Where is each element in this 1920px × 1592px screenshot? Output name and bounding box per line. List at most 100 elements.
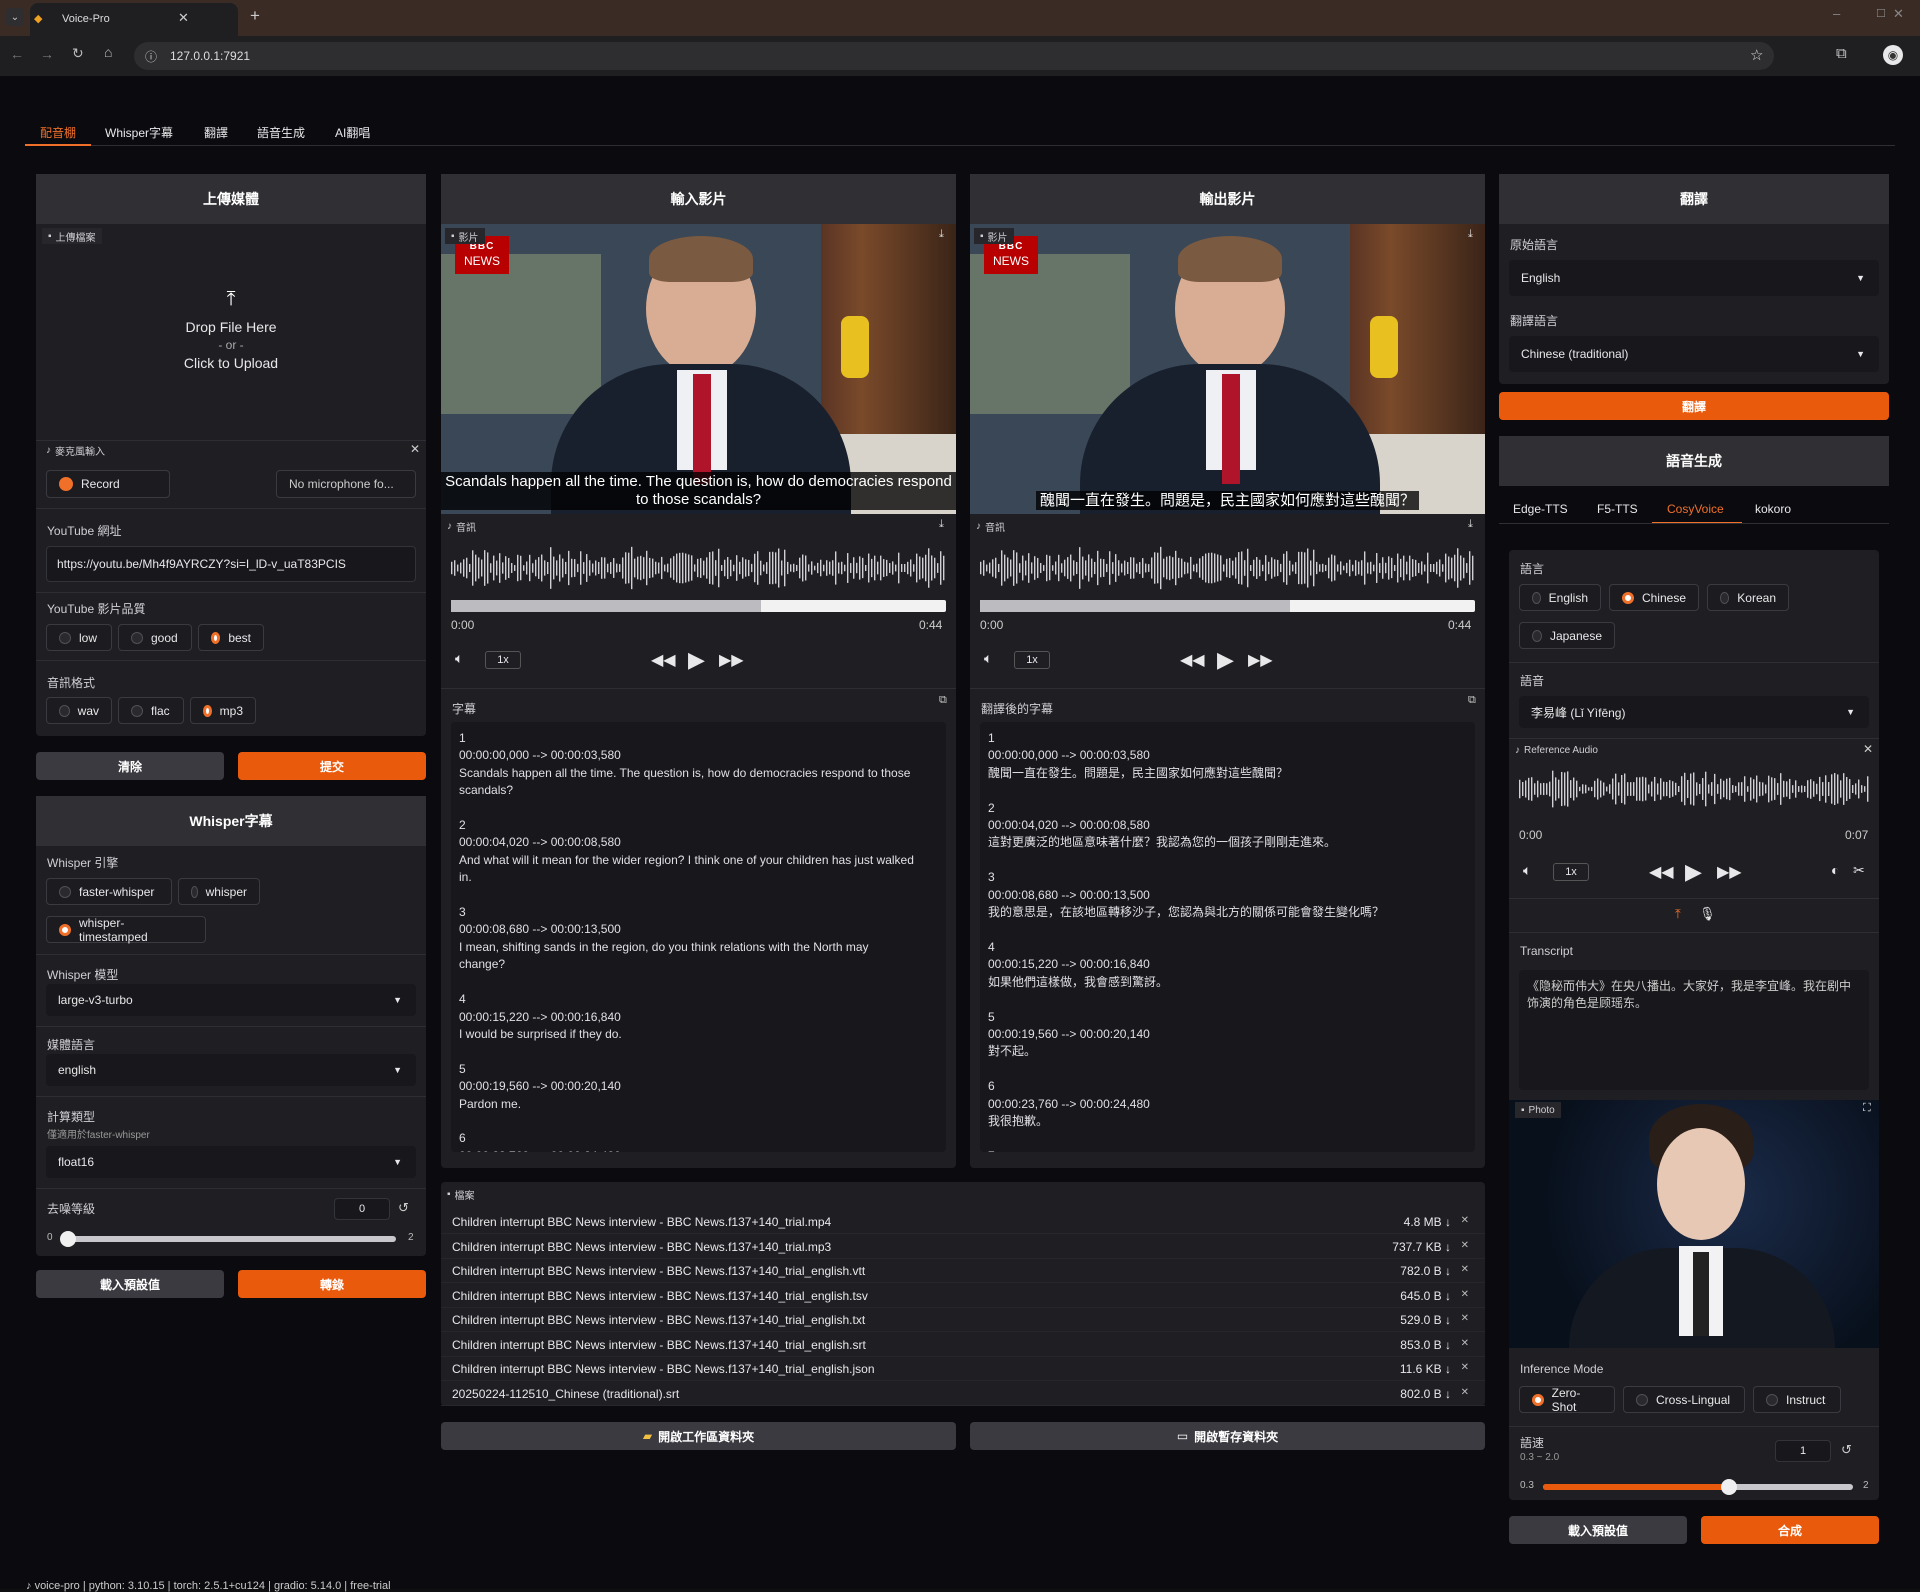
submit-button[interactable]: 提交: [238, 752, 426, 780]
ref-volume-icon[interactable]: 🔈︎: [1523, 862, 1531, 879]
file-name[interactable]: Children interrupt BBC News interview - …: [452, 1264, 865, 1278]
file-row[interactable]: Children interrupt BBC News interview - …: [441, 1210, 1485, 1234]
file-name[interactable]: Children interrupt BBC News interview - …: [452, 1362, 875, 1376]
forward-icon[interactable]: →: [40, 46, 54, 62]
tab-whisper-subtitles[interactable]: Whisper字幕: [105, 124, 173, 141]
voice-dropdown[interactable]: 李易峰 (Lǐ Yìfēng) ▼: [1519, 696, 1869, 728]
input-audio-download-icon[interactable]: ⤓: [939, 518, 944, 531]
speech-rate-reset-icon[interactable]: ↺: [1841, 1442, 1852, 1458]
file-remove-icon[interactable]: ✕: [1461, 1338, 1469, 1349]
file-size[interactable]: 11.6 KB ↓: [1400, 1362, 1451, 1376]
address-bar[interactable]: ⓘ 127.0.0.1:7921 ☆: [134, 42, 1774, 70]
file-size[interactable]: 782.0 B ↓: [1400, 1264, 1451, 1278]
tab-kokoro[interactable]: kokoro: [1755, 502, 1791, 516]
engine-whisper-timestamped-radio[interactable]: whisper-timestamped: [46, 916, 206, 944]
file-name[interactable]: Children interrupt BBC News interview - …: [452, 1240, 831, 1254]
close-window-icon[interactable]: ✕: [1893, 6, 1904, 22]
file-size[interactable]: 529.0 B ↓: [1400, 1313, 1451, 1327]
microphone-select[interactable]: No microphone fo...: [276, 470, 416, 498]
reset-icon[interactable]: ↺: [398, 1200, 409, 1216]
translated-subtitles-textarea[interactable]: 1 00:00:00,000 --> 00:00:03,580 醜聞一直在發生。…: [980, 722, 1475, 1152]
browser-tab[interactable]: ◆ Voice-Pro ✕: [30, 3, 238, 36]
reference-audio-close-icon[interactable]: ✕: [1863, 742, 1873, 756]
lang-japanese-radio[interactable]: Japanese: [1519, 622, 1615, 649]
quality-best-radio[interactable]: best: [198, 624, 264, 651]
file-name[interactable]: Children interrupt BBC News interview - …: [452, 1338, 866, 1352]
synthesize-button[interactable]: 合成: [1701, 1516, 1879, 1544]
reference-waveform[interactable]: [1519, 770, 1869, 814]
format-mp3-radio[interactable]: mp3: [190, 697, 256, 724]
file-remove-icon[interactable]: ✕: [1461, 1289, 1469, 1300]
translated-copy-icon[interactable]: ⧉: [1468, 694, 1476, 707]
mic-close-icon[interactable]: ✕: [410, 442, 420, 456]
file-size[interactable]: 802.0 B ↓: [1400, 1387, 1451, 1401]
transcribe-button[interactable]: 轉錄: [238, 1270, 426, 1298]
ref-speed-button[interactable]: 1x: [1553, 863, 1589, 881]
file-remove-icon[interactable]: ✕: [1461, 1264, 1469, 1275]
speech-rate-slider-thumb[interactable]: [1721, 1479, 1737, 1495]
input-seek-bar[interactable]: [451, 600, 946, 612]
translate-button[interactable]: 翻譯: [1499, 392, 1889, 420]
output-forward-icon[interactable]: ▶▶: [1248, 650, 1273, 670]
mode-zero-shot-radio[interactable]: Zero-Shot: [1519, 1386, 1615, 1414]
file-row[interactable]: 20250224-112510_Chinese (traditional).sr…: [441, 1382, 1485, 1406]
microphone-icon[interactable]: 🎙︎: [1699, 906, 1716, 922]
tab-ai-cover[interactable]: AI翻唱: [335, 124, 370, 141]
output-waveform[interactable]: [980, 546, 1475, 590]
engine-whisper-radio[interactable]: whisper: [178, 878, 260, 905]
file-remove-icon[interactable]: ✕: [1461, 1362, 1469, 1373]
lang-english-radio[interactable]: English: [1519, 584, 1601, 611]
file-row[interactable]: Children interrupt BBC News interview - …: [441, 1357, 1485, 1381]
tab-speech-generation[interactable]: 語音生成: [257, 124, 305, 141]
input-forward-icon[interactable]: ▶▶: [719, 650, 744, 670]
ref-play-icon[interactable]: ▶: [1685, 859, 1702, 885]
output-speed-button[interactable]: 1x: [1014, 651, 1050, 669]
file-row[interactable]: Children interrupt BBC News interview - …: [441, 1259, 1485, 1283]
photo-fullscreen-icon[interactable]: ⛶: [1863, 1102, 1871, 1115]
output-play-icon[interactable]: ▶: [1217, 647, 1234, 673]
mode-instruct-radio[interactable]: Instruct: [1753, 1386, 1841, 1413]
source-language-dropdown[interactable]: English ▼: [1509, 260, 1879, 296]
input-video-download-icon[interactable]: ⤓: [939, 228, 944, 241]
whisper-model-dropdown[interactable]: large-v3-turbo ▼: [46, 984, 416, 1016]
quality-good-radio[interactable]: good: [118, 624, 192, 651]
input-speed-button[interactable]: 1x: [485, 651, 521, 669]
ref-forward-icon[interactable]: ▶▶: [1717, 862, 1742, 882]
bookmark-star-icon[interactable]: ☆: [1750, 46, 1763, 64]
ref-trim-icon[interactable]: ✂: [1853, 862, 1865, 879]
mode-cross-lingual-radio[interactable]: Cross-Lingual: [1623, 1386, 1745, 1413]
output-volume-icon[interactable]: 🔈︎: [984, 650, 992, 667]
file-name[interactable]: Children interrupt BBC News interview - …: [452, 1289, 868, 1303]
site-info-icon[interactable]: ⓘ: [145, 48, 157, 65]
file-name[interactable]: Children interrupt BBC News interview - …: [452, 1313, 865, 1327]
file-row[interactable]: Children interrupt BBC News interview - …: [441, 1308, 1485, 1332]
file-remove-icon[interactable]: ✕: [1461, 1215, 1469, 1226]
file-row[interactable]: Children interrupt BBC News interview - …: [441, 1235, 1485, 1259]
transcript-textarea[interactable]: 《隐秘而伟大》在央八播出。大家好，我是李宜峰。我在剧中饰演的角色是顾瑶东。: [1519, 970, 1869, 1090]
open-temp-folder-button[interactable]: ▭ 開啟暫存資料夾: [970, 1422, 1485, 1450]
speech-rate-input[interactable]: 1: [1775, 1440, 1831, 1462]
clear-button[interactable]: 清除: [36, 752, 224, 780]
file-remove-icon[interactable]: ✕: [1461, 1387, 1469, 1398]
reload-icon[interactable]: ↻: [72, 45, 84, 62]
lang-korean-radio[interactable]: Korean: [1707, 584, 1789, 611]
tab-list-chevron-icon[interactable]: ⌄: [6, 8, 24, 26]
output-video-player[interactable]: BBC NEWS 醜聞一直在發生。問題是，民主國家如何應對這些醜聞？: [970, 224, 1485, 514]
ref-undo-icon[interactable]: ◐: [1831, 862, 1839, 878]
file-size[interactable]: 737.7 KB ↓: [1392, 1240, 1451, 1254]
tab-close-icon[interactable]: ✕: [178, 10, 189, 26]
file-name[interactable]: Children interrupt BBC News interview - …: [452, 1215, 831, 1229]
youtube-url-input[interactable]: https://youtu.be/Mh4f9AYRCZY?si=I_lD-v_u…: [46, 546, 416, 582]
file-size[interactable]: 4.8 MB ↓: [1404, 1215, 1451, 1229]
file-row[interactable]: Children interrupt BBC News interview - …: [441, 1284, 1485, 1308]
new-tab-icon[interactable]: +: [250, 6, 260, 26]
output-audio-download-icon[interactable]: ⤓: [1468, 518, 1473, 531]
tab-f5-tts[interactable]: F5-TTS: [1597, 502, 1638, 516]
output-seek-bar[interactable]: [980, 600, 1475, 612]
tab-dubbing-studio[interactable]: 配音棚: [40, 124, 76, 141]
speech-rate-slider-track[interactable]: [1543, 1479, 1853, 1495]
file-name[interactable]: 20250224-112510_Chinese (traditional).sr…: [452, 1387, 679, 1401]
back-icon[interactable]: ←: [10, 46, 24, 62]
output-video-download-icon[interactable]: ⤓: [1468, 228, 1473, 241]
target-language-dropdown[interactable]: Chinese (traditional) ▼: [1509, 336, 1879, 372]
